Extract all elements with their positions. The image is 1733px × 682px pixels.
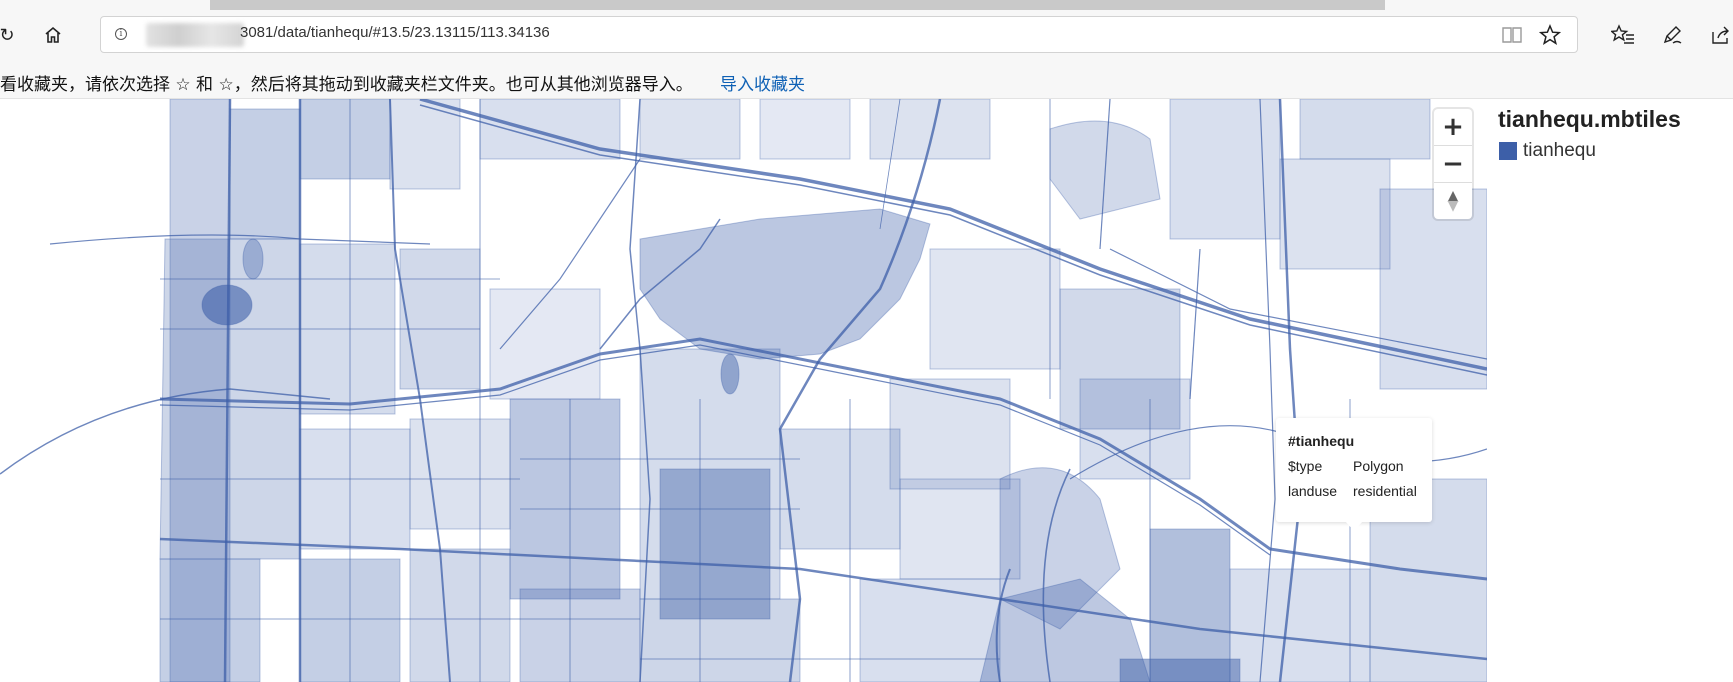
home-button[interactable]: [38, 20, 68, 50]
map-canvas[interactable]: + − ▲ ▼ #tianhequ $type Polygon landuse …: [0, 99, 1487, 682]
vector-tiles: [0, 99, 1487, 682]
import-favorites-link[interactable]: 导入收藏夹: [720, 70, 805, 95]
layer-color-swatch: [1499, 142, 1517, 160]
url-text[interactable]: 3081/data/tianhequ/#13.5/23.13115/113.34…: [240, 24, 550, 41]
refresh-icon: ↻: [0, 24, 15, 45]
layer-name: tianhequ: [1523, 140, 1596, 161]
redacted-host: [146, 23, 244, 47]
popup-value: residential: [1353, 483, 1417, 499]
legend-title: tianhequ.mbtiles: [1498, 106, 1681, 132]
address-bar[interactable]: i 3081/data/tianhequ/#13.5/23.13115/113.…: [100, 16, 1578, 53]
site-info-icon[interactable]: i: [115, 28, 127, 40]
add-favorite-icon[interactable]: [1539, 24, 1561, 46]
browser-toolbar: ↻ i 3081/data/tianhequ/#13.5/23.13115/11…: [0, 0, 1733, 62]
compass-button[interactable]: ▲ ▼: [1434, 182, 1472, 219]
favorites-list-icon: [1611, 24, 1634, 44]
navigation-control: + − ▲ ▼: [1434, 109, 1472, 219]
favorites-hint-text: 看收藏夹，请依次选择 ☆ 和 ☆，然后将其拖动到收藏夹栏文件夹。也可从其他浏览器…: [0, 75, 693, 95]
popup-key: landuse: [1288, 483, 1338, 499]
share-icon: [1712, 26, 1729, 44]
favorites-hub-button[interactable]: [1606, 18, 1640, 52]
pen-icon: [1663, 26, 1682, 44]
popup-key: $type: [1288, 458, 1323, 474]
popup-value: Polygon: [1353, 458, 1404, 474]
tab-strip-edge: [210, 0, 1385, 10]
zoom-out-button[interactable]: −: [1434, 145, 1472, 182]
compass-south-icon: ▼: [1447, 198, 1459, 214]
home-icon: [45, 26, 61, 43]
favorites-bar: 看收藏夹，请依次选择 ☆ 和 ☆，然后将其拖动到收藏夹栏文件夹。也可从其他浏览器…: [0, 62, 1733, 99]
reading-view-icon[interactable]: [1501, 25, 1523, 45]
share-button[interactable]: [1704, 18, 1733, 52]
zoom-in-button[interactable]: +: [1434, 109, 1472, 145]
feature-popup: #tianhequ $type Polygon landuse resident…: [1276, 418, 1432, 531]
layer-legend: tianhequ.mbtiles tianhequ: [1487, 99, 1733, 682]
refresh-button[interactable]: ↻: [0, 20, 22, 50]
popup-title: #tianhequ: [1288, 433, 1355, 449]
notes-button[interactable]: [1655, 18, 1689, 52]
